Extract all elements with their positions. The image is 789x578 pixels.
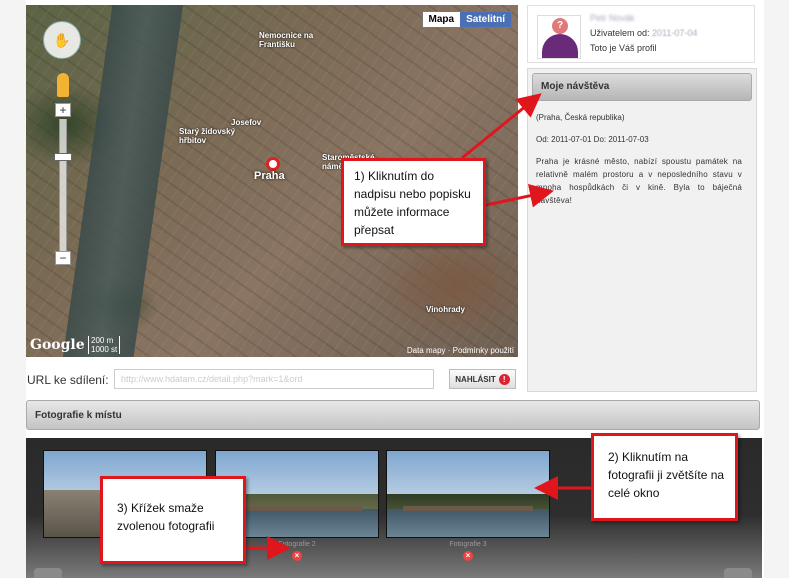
visit-dates[interactable]: Od: 2011-07-01 Do: 2011-07-03 — [536, 135, 649, 144]
share-url-label: URL ke sdílení: — [27, 373, 109, 387]
page-right-margin — [764, 0, 789, 578]
delete-photo-icon[interactable]: × — [463, 551, 473, 561]
own-profile-note: Toto je Váš profil — [590, 43, 657, 53]
photo-water — [387, 509, 549, 537]
member-since-label: Uživatelem od: — [590, 28, 650, 38]
photo-bridge — [232, 506, 362, 512]
alert-icon: ! — [498, 373, 510, 385]
map-scale-imperial: 1000 st — [88, 345, 121, 354]
map-type-map-button[interactable]: Mapa — [422, 12, 461, 27]
avatar-body-icon — [542, 34, 578, 58]
map-type-satellite-button[interactable]: Satelitní — [460, 12, 511, 27]
visit-place[interactable]: (Praha, Česká republika) — [536, 113, 624, 122]
photo-caption: Fotografie 3 — [449, 541, 487, 548]
map-place-label: Starý židovský hřbitov — [179, 127, 236, 145]
callout-edit-info: 1) Kliknutím do nadpisu nebo popisku můž… — [341, 158, 486, 246]
photos-header: Fotografie k místu — [26, 400, 760, 430]
map-location-marker-icon[interactable] — [266, 157, 280, 171]
visit-description[interactable]: Praha je krásné město, nabízí spoustu pa… — [536, 155, 742, 207]
share-url-input[interactable]: http://www.hdatam.cz/detail.php?mark=1&o… — [114, 369, 434, 389]
gallery-prev-button[interactable] — [34, 568, 62, 578]
map-scale-metric: 200 m — [88, 336, 121, 345]
map-place-label: Vinohrady — [426, 305, 465, 314]
map-city-label: Praha — [254, 170, 285, 182]
report-button[interactable]: Nahlásit ! — [449, 369, 516, 389]
map-place-label: Nemocnice na Františku — [259, 31, 314, 49]
profile-name-link[interactable]: Petr Novák — [590, 13, 635, 23]
zoom-slider-handle[interactable] — [54, 153, 72, 161]
zoom-in-button[interactable]: + — [55, 103, 71, 117]
street-view-pegman-icon[interactable] — [57, 73, 69, 97]
avatar[interactable]: ? — [537, 15, 581, 59]
visits-panel: Moje návštěva (Praha, Česká republika) O… — [527, 68, 757, 392]
google-logo: Google — [30, 337, 85, 353]
map-river — [57, 5, 185, 357]
callout-enlarge-photo: 2) Kliknutím na fotografii ji zvětšíte n… — [591, 433, 738, 521]
map-scale: 200 m 1000 st — [88, 336, 121, 354]
photo-sky — [387, 451, 549, 499]
report-button-label: Nahlásit — [455, 374, 496, 384]
gallery-next-button[interactable] — [724, 568, 752, 578]
zoom-slider-track[interactable] — [59, 119, 67, 251]
page-left-margin — [0, 0, 26, 578]
photo-thumbnail[interactable] — [386, 450, 550, 538]
visits-header[interactable]: Moje návštěva — [532, 73, 752, 101]
member-since-date: 2011-07-04 — [652, 28, 698, 38]
delete-photo-icon[interactable]: × — [292, 551, 302, 561]
avatar-question-icon: ? — [552, 18, 568, 34]
map-type-switch: Mapa Satelitní — [421, 11, 512, 28]
zoom-out-button[interactable]: − — [55, 251, 71, 265]
photo-bridge — [403, 506, 533, 512]
callout-delete-photo: 3) Křížek smaže zvolenou fotografii — [100, 476, 246, 564]
map-footer-links[interactable]: Data mapy · Podmínky použití — [407, 346, 514, 355]
map-place-label: Josefov — [231, 118, 262, 127]
profile-card: ? Petr Novák Uživatelem od: 2011-07-04 T… — [527, 5, 755, 63]
member-since: Uživatelem od: 2011-07-04 — [590, 28, 697, 38]
pan-control-icon[interactable]: ✋ — [43, 21, 81, 59]
